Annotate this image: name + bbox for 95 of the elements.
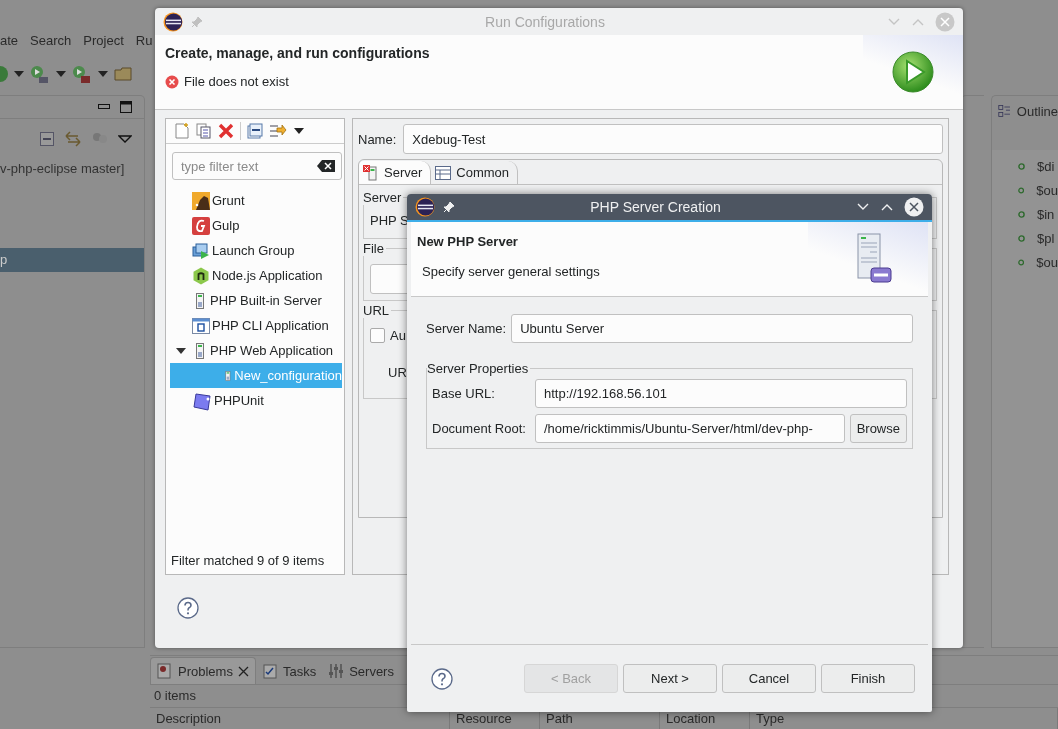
tree-item[interactable]: PHP Built-in Server [170, 288, 342, 313]
window-title: Run Configurations [484, 13, 606, 30]
view-tab[interactable]: Problems [150, 657, 256, 684]
checkbox[interactable] [370, 328, 385, 343]
caret-icon[interactable] [14, 70, 24, 77]
dialog-heading: New PHP Server [417, 234, 519, 249]
filter-field[interactable]: type filter text [172, 152, 342, 180]
dropdown-icon[interactable] [118, 135, 132, 143]
outline-item[interactable]: $pl [1037, 230, 1055, 246]
text-field[interactable]: http://192.168.56.101 [535, 378, 907, 408]
filter-status: Filter matched 9 of 9 items [170, 553, 326, 570]
group-label: URL [363, 303, 390, 318]
cup-icon [192, 216, 210, 235]
tab[interactable]: Server [359, 161, 432, 184]
boar-icon [192, 191, 210, 210]
tree-item[interactable]: Launch Group [170, 238, 342, 263]
minimize-icon[interactable] [856, 202, 870, 212]
tree-item[interactable]: PHPUnit [170, 388, 342, 413]
outline-item[interactable]: $di [1037, 158, 1055, 174]
run-tool-icon[interactable] [72, 63, 92, 84]
outline-icon [998, 103, 1011, 119]
close-icon[interactable] [237, 665, 249, 677]
tree-item[interactable]: New_configuration [170, 363, 342, 388]
browse-button[interactable]: Browse [849, 413, 907, 443]
next-button[interactable]: Next > [623, 664, 717, 693]
play-icon [891, 50, 935, 94]
outline-item[interactable]: $ou [1036, 182, 1058, 198]
problems-icon [157, 663, 173, 679]
minimize-icon[interactable] [98, 104, 110, 110]
help-icon[interactable] [431, 667, 453, 690]
tree-item[interactable]: Node.js Application [170, 263, 342, 288]
project-label: v-php-eclipse master] [0, 160, 126, 178]
field-dot-icon [1018, 186, 1025, 194]
clear-icon[interactable] [317, 160, 335, 172]
menu-item[interactable]: ate [0, 32, 19, 48]
group-label: File [363, 241, 385, 256]
tasks-icon [261, 663, 278, 679]
field-label: Document Root: [432, 420, 527, 436]
field-label: Name: [358, 131, 397, 147]
error-message: File does not exist [184, 74, 289, 89]
caret-icon[interactable] [56, 70, 66, 77]
tab[interactable]: Common [431, 161, 519, 184]
menu-item[interactable]: Search [30, 32, 72, 48]
tree-item[interactable]: Gulp [170, 213, 342, 238]
group-label: Server [363, 190, 403, 205]
view-tab[interactable]: Tasks [255, 658, 323, 684]
maximize-icon[interactable] [120, 101, 132, 113]
checkbox-label[interactable]: Au [390, 328, 406, 343]
field-label: Server Name: [426, 320, 507, 336]
text-field[interactable]: /home/ricktimmis/Ubuntu-Server/html/dev-php- [535, 413, 845, 443]
field-dot-icon [1018, 162, 1025, 170]
outline-item[interactable]: $in [1037, 206, 1055, 222]
server-tower-icon [854, 232, 892, 286]
error-icon [165, 74, 179, 89]
field-label: UR [388, 365, 407, 380]
window-title: PHP Server Creation [589, 199, 722, 215]
window-icon [192, 317, 210, 334]
finish-button[interactable]: Finish [821, 664, 915, 693]
field-dot-icon [1018, 258, 1025, 266]
filter-arrows-icon[interactable] [269, 123, 287, 139]
tree-item[interactable]: PHP Web Application [170, 338, 342, 363]
tree-item[interactable]: p [0, 248, 144, 272]
dialog-description: Specify server general settings [422, 264, 601, 279]
hexagon-icon [192, 266, 210, 285]
menu-item[interactable]: Project [83, 32, 124, 48]
table-icon [435, 165, 452, 180]
name-field[interactable]: Xdebug-Test [403, 124, 943, 154]
close-icon[interactable] [904, 197, 924, 217]
launch-group-icon [192, 241, 210, 260]
cancel-button[interactable]: Cancel [722, 664, 816, 693]
debug-run-icon[interactable] [30, 63, 50, 84]
help-icon[interactable] [177, 597, 199, 619]
eclipse-logo-icon [163, 11, 183, 32]
caret-icon[interactable] [98, 70, 108, 77]
dialog-heading: Create, manage, and run configurations [165, 45, 431, 61]
group-label: Server Properties [427, 361, 530, 376]
view-title[interactable]: Outline [1016, 103, 1058, 119]
field-dot-icon [1018, 234, 1025, 242]
dropdown-icon[interactable] [293, 127, 305, 135]
sliders-icon [328, 663, 345, 679]
collapse-all-icon[interactable] [247, 123, 263, 139]
field-label: Base URL: [432, 385, 496, 401]
duplicate-icon[interactable] [196, 123, 212, 139]
server-error-icon [363, 164, 379, 181]
view-tab[interactable]: Servers [322, 658, 400, 684]
outline-item[interactable]: $ou [1036, 254, 1058, 270]
menu-item[interactable]: Ru [135, 32, 153, 48]
tree-item[interactable]: PHP CLI Application [170, 313, 342, 338]
eclipse-logo-icon [415, 197, 435, 217]
text-field[interactable]: Ubuntu Server [511, 313, 913, 343]
delete-icon[interactable] [218, 123, 234, 139]
field-dot-icon [1018, 210, 1025, 218]
tree-item[interactable]: Grunt [170, 188, 342, 213]
maximize-icon[interactable] [880, 202, 894, 212]
expanded-arrow-icon[interactable] [176, 345, 186, 356]
